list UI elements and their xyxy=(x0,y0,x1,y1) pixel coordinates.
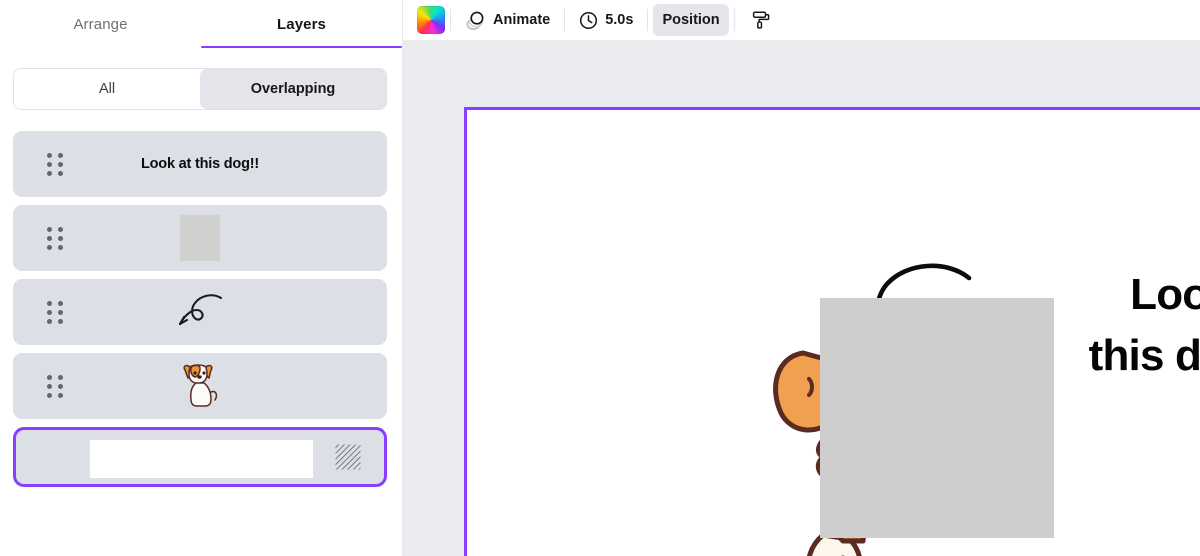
layer-thumbnail-dog xyxy=(13,353,387,419)
layer-text-preview: Look at this dog!! xyxy=(140,155,260,172)
animate-button[interactable]: Animate xyxy=(456,4,559,36)
color-swatch-button[interactable] xyxy=(417,6,445,34)
drag-handle-icon[interactable] xyxy=(47,153,63,176)
drag-handle-icon[interactable] xyxy=(47,301,63,324)
background-thumbnail xyxy=(90,440,313,478)
layer-filter-segmented: All Overlapping xyxy=(13,68,387,110)
toolbar-divider xyxy=(564,9,566,31)
position-button[interactable]: Position xyxy=(653,4,729,36)
layer-thumbnail-arrow xyxy=(13,279,387,345)
layer-thumbnail-text: Look at this dog!! xyxy=(13,131,387,197)
clock-icon xyxy=(580,11,598,29)
filter-option-all-label: All xyxy=(98,81,116,97)
position-label: Position xyxy=(662,12,720,28)
filter-option-overlapping[interactable]: Overlapping xyxy=(200,69,386,109)
canvas-area: Animate 5.0s Position Loo this d xyxy=(403,0,1200,556)
editor-root: Arrange Layers All Overlapping Look at t… xyxy=(0,0,1200,556)
layer-row-arrow[interactable] xyxy=(13,279,387,345)
artboard-heading[interactable]: Look at this dog!! xyxy=(961,265,1200,386)
layer-row-dog[interactable] xyxy=(13,353,387,419)
tab-layers[interactable]: Layers xyxy=(201,0,402,48)
filter-option-all[interactable]: All xyxy=(14,69,200,109)
animate-label: Animate xyxy=(493,12,551,28)
layer-thumbnail-rectangle xyxy=(13,205,387,271)
layer-list: Look at this dog!! xyxy=(13,131,387,495)
layer-row-background[interactable] xyxy=(13,427,387,487)
layer-row-rectangle[interactable] xyxy=(13,205,387,271)
layered-circles-icon xyxy=(466,11,484,30)
canvas-stage[interactable]: Look at this dog!! xyxy=(403,41,1200,556)
toolbar-divider xyxy=(647,9,649,31)
drag-handle-icon[interactable] xyxy=(47,375,63,398)
tab-arrange[interactable]: Arrange xyxy=(0,0,201,48)
tab-arrange-label: Arrange xyxy=(73,15,128,33)
artboard[interactable]: Look at this dog!! xyxy=(464,107,1200,556)
paint-roller-button[interactable] xyxy=(740,4,780,36)
toolbar-divider xyxy=(450,9,451,31)
toolbar-divider xyxy=(733,9,735,31)
editor-toolbar: Animate 5.0s Position xyxy=(403,0,1200,41)
paint-roller-icon xyxy=(752,11,770,29)
duration-button[interactable]: 5.0s xyxy=(570,4,642,36)
layers-panel: Arrange Layers All Overlapping Look at t… xyxy=(0,0,403,556)
filter-option-overlapping-label: Overlapping xyxy=(250,81,336,97)
rectangle-shape-icon xyxy=(180,215,220,261)
panel-tabbar: Arrange Layers xyxy=(0,0,402,48)
curved-arrow-icon xyxy=(178,294,223,326)
layer-row-text[interactable]: Look at this dog!! xyxy=(13,131,387,197)
drag-handle-icon[interactable] xyxy=(47,227,63,250)
dog-illustration-icon xyxy=(183,364,218,407)
tab-layers-label: Layers xyxy=(277,15,326,33)
transparency-hatch-icon xyxy=(335,444,361,470)
duration-label: 5.0s xyxy=(605,12,634,28)
